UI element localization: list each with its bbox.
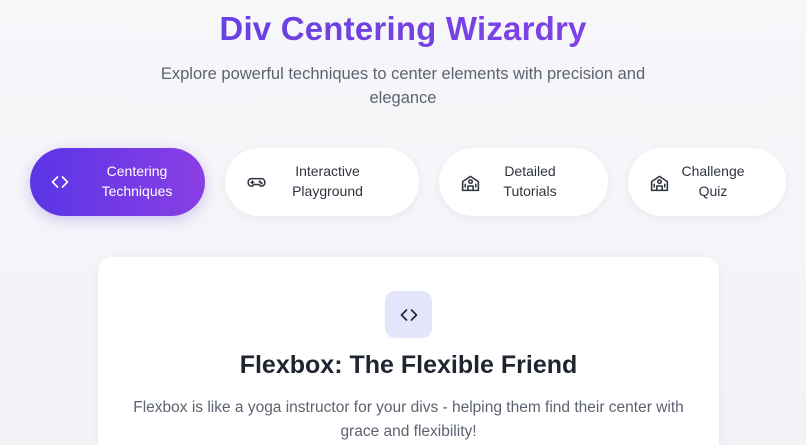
- tab-challenge-quiz[interactable]: Challenge Quiz: [628, 148, 786, 216]
- tab-label-line2: Tutorials: [503, 183, 557, 199]
- school-icon: [458, 170, 482, 194]
- gamepad-icon: [244, 170, 268, 194]
- school-icon: [647, 170, 671, 194]
- page-subtitle: Explore powerful techniques to center el…: [160, 65, 646, 107]
- tab-label-line2: Playground: [292, 183, 363, 199]
- code-brackets-icon: [48, 170, 72, 194]
- tab-label-line2: Quiz: [698, 183, 728, 199]
- tab-interactive-playground[interactable]: Interactive Playground: [225, 148, 419, 216]
- tab-label-line1: Centering: [106, 163, 168, 179]
- tab-label-line1: Interactive: [295, 163, 360, 179]
- tab-label-line1: Challenge: [681, 163, 745, 179]
- tab-label-line1: Detailed: [504, 163, 556, 179]
- tab-label-line2: Techniques: [101, 183, 173, 199]
- tab-label: Challenge Quiz: [678, 161, 748, 201]
- page: Div Centering Wizardry Explore powerful …: [0, 0, 806, 445]
- tab-label: Detailed Tutorials: [492, 161, 568, 201]
- tab-label: Centering Techniques: [87, 161, 187, 201]
- card-title: Flexbox: The Flexible Friend: [239, 351, 578, 379]
- tab-bar: Centering Techniques Interactive Playgro…: [0, 148, 806, 216]
- page-title: Div Centering Wizardry: [0, 10, 806, 48]
- code-brackets-icon: [385, 291, 432, 338]
- tab-centering-techniques[interactable]: Centering Techniques: [30, 148, 205, 216]
- card-description: Flexbox is like a yoga instructor for yo…: [133, 399, 684, 440]
- tab-label: Interactive Playground: [280, 161, 375, 201]
- tab-detailed-tutorials[interactable]: Detailed Tutorials: [439, 148, 608, 216]
- technique-card: Flexbox: The Flexible Friend Flexbox is …: [98, 257, 719, 445]
